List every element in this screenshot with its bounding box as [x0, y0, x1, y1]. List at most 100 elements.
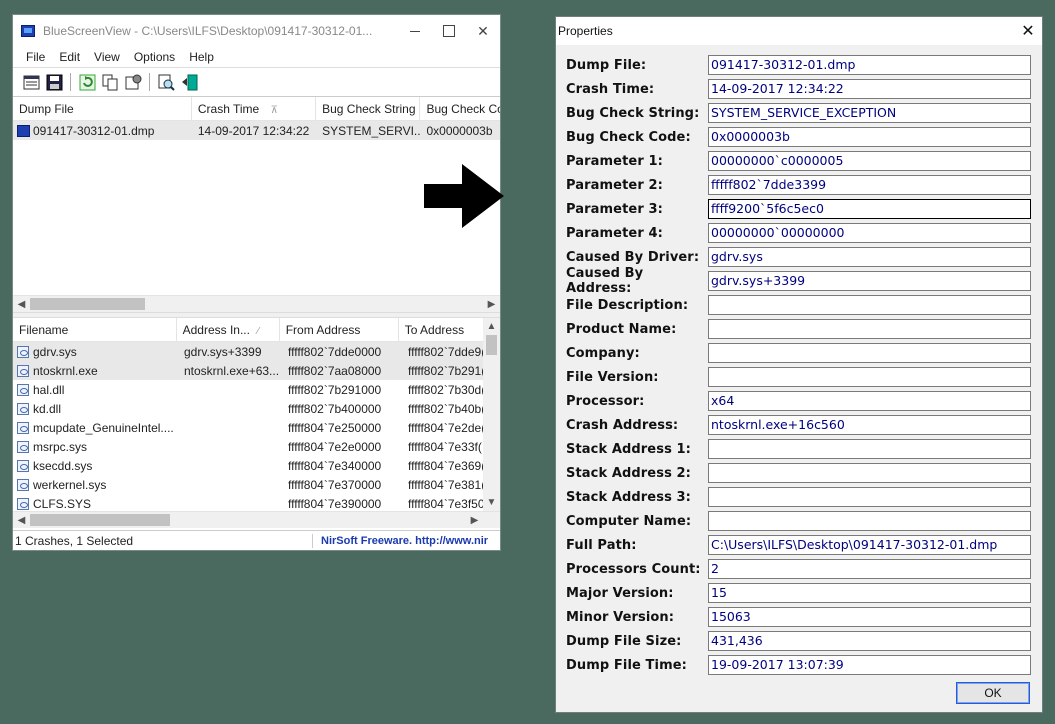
property-value-field[interactable]: ffff9200`5f6c5ec0	[708, 199, 1031, 219]
maximize-button[interactable]	[432, 15, 466, 47]
property-value-field[interactable]	[708, 511, 1031, 531]
column-bug-check-string[interactable]: Bug Check String	[316, 97, 421, 120]
property-value-field[interactable]: C:\Users\ILFS\Desktop\091417-30312-01.dm…	[708, 535, 1031, 555]
menu-edit[interactable]: Edit	[52, 50, 87, 64]
filename: werkernel.sys	[33, 477, 107, 492]
property-label: Processor:	[566, 393, 645, 409]
ok-button[interactable]: OK	[956, 682, 1030, 704]
property-value-field[interactable]: 2	[708, 559, 1031, 579]
property-label: Major Version:	[566, 585, 674, 601]
column-bug-check-code[interactable]: Bug Check Co	[420, 97, 500, 120]
scroll-right-icon[interactable]: ▶	[466, 515, 483, 526]
property-value-field[interactable]	[708, 319, 1031, 339]
property-value-field[interactable]: 14-09-2017 12:34:22	[708, 79, 1031, 99]
dump-file-cell: 091417-30312-01.dmp	[13, 124, 192, 138]
property-value-field[interactable]: 19-09-2017 13:07:39	[708, 655, 1031, 675]
scroll-thumb[interactable]	[30, 514, 170, 526]
column-address-in[interactable]: Address In... ⁄	[177, 318, 280, 341]
column-from-address[interactable]: From Address	[280, 318, 399, 341]
vscroll-thumb[interactable]	[486, 335, 497, 355]
module-list-hscroll[interactable]: ◀ ▶	[13, 511, 500, 528]
scroll-track[interactable]	[30, 296, 483, 312]
property-value-field[interactable]: 091417-30312-01.dmp	[708, 55, 1031, 75]
refresh-icon[interactable]	[77, 72, 97, 92]
property-label: File Version:	[566, 369, 659, 385]
scroll-thumb[interactable]	[30, 298, 145, 310]
scroll-down-icon[interactable]: ▼	[487, 494, 497, 511]
properties-title-bar[interactable]: Properties ✕	[556, 17, 1042, 45]
column-filename[interactable]: Filename	[13, 318, 177, 341]
property-value-field[interactable]	[708, 463, 1031, 483]
filename-cell: ntoskrnl.exe	[13, 364, 178, 378]
module-row[interactable]: ksecdd.sys fffff804`7e340000 fffff804`7e36…	[13, 456, 500, 475]
column-crash-time[interactable]: Crash Time ⊼	[192, 97, 317, 120]
module-row[interactable]: werkernel.sys fffff804`7e370000 fffff804`7…	[13, 475, 500, 494]
module-row[interactable]: ntoskrnl.exe ntoskrnl.exe+63... fffff802`7…	[13, 361, 500, 380]
module-row[interactable]: kd.dll fffff802`7b400000 fffff802`7b40b(	[13, 399, 500, 418]
property-label: Company:	[566, 345, 640, 361]
property-row: Bug Check String: SYSTEM_SERVICE_EXCEPTIO…	[566, 101, 1032, 125]
column-to-address[interactable]: To Address	[399, 318, 483, 341]
bluescreenview-window: BlueScreenView - C:\Users\ILFS\Desktop\0…	[12, 14, 501, 551]
minimize-button[interactable]	[398, 15, 432, 47]
property-row: Dump File: 091417-30312-01.dmp	[566, 53, 1032, 77]
crash-list-hscroll[interactable]: ◀ ▶	[13, 295, 500, 312]
close-button[interactable]: ✕	[1014, 21, 1042, 41]
title-bar[interactable]: BlueScreenView - C:\Users\ILFS\Desktop\0…	[13, 15, 500, 47]
property-value-field[interactable]: 15	[708, 583, 1031, 603]
module-row[interactable]: msrpc.sys fffff804`7e2e0000 fffff804`7e33f…	[13, 437, 500, 456]
to-address-cell: fffff802`7dde9(	[408, 344, 485, 359]
crash-row[interactable]: 091417-30312-01.dmp 14-09-2017 12:34:22 …	[13, 121, 500, 140]
menu-file[interactable]: File	[19, 50, 52, 64]
property-value-field[interactable]: fffff802`7dde3399	[708, 175, 1031, 195]
close-button[interactable]: ✕	[466, 15, 500, 47]
module-list-vscroll[interactable]: ▲ ▼	[483, 318, 500, 511]
menu-view[interactable]: View	[87, 50, 127, 64]
column-dump-file[interactable]: Dump File	[13, 97, 192, 120]
property-value-field[interactable]	[708, 487, 1031, 507]
property-value-field[interactable]: 431,436	[708, 631, 1031, 651]
property-value-field[interactable]: x64	[708, 391, 1031, 411]
property-row: Processors Count: 2	[566, 557, 1032, 581]
property-value-field[interactable]: 0x0000003b	[708, 127, 1031, 147]
driver-file-icon	[17, 440, 29, 453]
property-label: Stack Address 3:	[566, 489, 691, 505]
property-label: Parameter 2:	[566, 177, 663, 193]
menu-help[interactable]: Help	[182, 50, 221, 64]
property-value-field[interactable]: 00000000`c0000005	[708, 151, 1031, 171]
property-value-field[interactable]: SYSTEM_SERVICE_EXCEPTION	[708, 103, 1031, 123]
property-value-field[interactable]: 15063	[708, 607, 1031, 627]
exit-icon[interactable]	[179, 72, 199, 92]
nirsoft-link[interactable]: NirSoft Freeware. http://www.nir	[313, 535, 500, 547]
save-icon[interactable]	[44, 72, 64, 92]
property-value-field[interactable]: ntoskrnl.exe+16c560	[708, 415, 1031, 435]
scroll-left-icon[interactable]: ◀	[13, 299, 30, 310]
module-row[interactable]: hal.dll fffff802`7b291000 fffff802`7b30d(	[13, 380, 500, 399]
menu-options[interactable]: Options	[127, 50, 182, 64]
property-row: Parameter 1: 00000000`c0000005	[566, 149, 1032, 173]
scroll-track[interactable]	[30, 512, 466, 528]
vscroll-track[interactable]	[483, 335, 500, 494]
property-value-field[interactable]	[708, 295, 1031, 315]
properties-icon[interactable]	[21, 72, 41, 92]
copy-icon[interactable]	[100, 72, 120, 92]
toolbar-separator	[70, 73, 71, 91]
scroll-up-icon[interactable]: ▲	[487, 318, 497, 335]
find-icon[interactable]	[156, 72, 176, 92]
filename: gdrv.sys	[33, 344, 77, 359]
module-row[interactable]: gdrv.sys gdrv.sys+3399 fffff802`7dde0000 ff…	[13, 342, 500, 361]
module-row[interactable]: mcupdate_GenuineIntel.... fffff804`7e2500…	[13, 418, 500, 437]
property-value-field[interactable]	[708, 439, 1031, 459]
app-icon	[21, 25, 35, 37]
property-value-field[interactable]	[708, 367, 1031, 387]
property-value-field[interactable]: gdrv.sys	[708, 247, 1031, 267]
property-label: Dump File:	[566, 57, 647, 73]
property-value-field[interactable]: 00000000`00000000	[708, 223, 1031, 243]
options-icon[interactable]	[123, 72, 143, 92]
scroll-right-icon[interactable]: ▶	[483, 299, 500, 310]
scroll-left-icon[interactable]: ◀	[13, 515, 30, 526]
property-label: Dump File Size:	[566, 633, 682, 649]
property-value-field[interactable]: gdrv.sys+3399	[708, 271, 1031, 291]
filename: kd.dll	[33, 401, 62, 416]
property-value-field[interactable]	[708, 343, 1031, 363]
